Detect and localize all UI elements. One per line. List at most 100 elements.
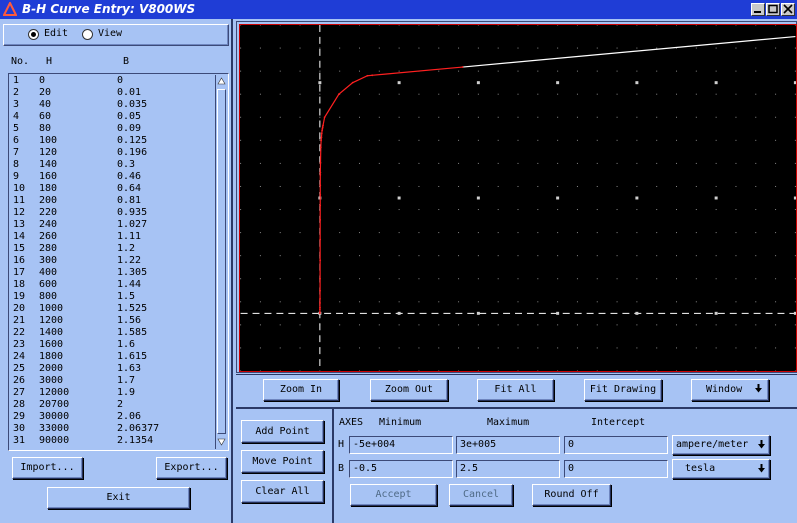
- table-row[interactable]: 7 120 0.196: [12, 147, 212, 159]
- move-point-button[interactable]: Move Point: [241, 450, 324, 473]
- scroll-up-icon[interactable]: [217, 76, 226, 87]
- table-row[interactable]: 16 300 1.22: [12, 255, 212, 267]
- exit-button[interactable]: Exit: [47, 487, 190, 509]
- add-point-button[interactable]: Add Point: [241, 420, 324, 443]
- bh-data-point[interactable]: [320, 132, 323, 135]
- close-button[interactable]: [781, 3, 795, 16]
- table-row[interactable]: 19 800 1.5: [12, 291, 212, 303]
- table-row[interactable]: 23 1600 1.6: [12, 339, 212, 351]
- bh-data-point[interactable]: [319, 171, 322, 174]
- table-row[interactable]: 3 40 0.035: [12, 99, 212, 111]
- grid-dot: [596, 185, 598, 187]
- b-max-field[interactable]: 2.5: [456, 460, 560, 478]
- table-row[interactable]: 6 100 0.125: [12, 135, 212, 147]
- bh-data-point[interactable]: [319, 306, 321, 309]
- table-row[interactable]: 25 2000 1.63: [12, 363, 212, 375]
- bh-data-point[interactable]: [321, 129, 323, 132]
- zoom-out-button[interactable]: Zoom Out: [370, 379, 448, 401]
- table-row[interactable]: 14 260 1.11: [12, 231, 212, 243]
- table-row[interactable]: 22 1400 1.585: [12, 327, 212, 339]
- bh-data-point[interactable]: [319, 184, 322, 187]
- table-row[interactable]: 11 200 0.81: [12, 195, 212, 207]
- view-radio[interactable]: [82, 29, 93, 40]
- table-row[interactable]: 30 33000 2.06377: [12, 423, 212, 435]
- grid-dot: [695, 116, 697, 118]
- table-row[interactable]: 8 140 0.3: [12, 159, 212, 171]
- table-row[interactable]: 31 90000 2.1354: [12, 435, 212, 447]
- table-row[interactable]: 17 400 1.305: [12, 267, 212, 279]
- bh-data-point[interactable]: [319, 308, 321, 311]
- zoom-in-button[interactable]: Zoom In: [263, 379, 339, 401]
- table-row[interactable]: 20 1000 1.525: [12, 303, 212, 315]
- clear-all-button[interactable]: Clear All: [241, 480, 324, 503]
- b-min-field[interactable]: -0.5: [349, 460, 453, 478]
- h-min-field[interactable]: -5e+004: [349, 436, 453, 454]
- cancel-button[interactable]: Cancel: [449, 484, 513, 506]
- bh-data-point[interactable]: [319, 146, 322, 149]
- bh-data-point[interactable]: [322, 124, 324, 127]
- b-unit-dropdown[interactable]: tesla: [672, 459, 770, 479]
- edit-radio[interactable]: [28, 29, 39, 40]
- fit-drawing-button[interactable]: Fit Drawing: [584, 379, 662, 401]
- table-row[interactable]: 13 240 1.027: [12, 219, 212, 231]
- bh-data-point[interactable]: [319, 219, 322, 221]
- table-row[interactable]: 28 20700 2: [12, 399, 212, 411]
- grid-dot: [616, 370, 618, 371]
- table-row[interactable]: 27 12000 1.9: [12, 387, 212, 399]
- bh-data-point[interactable]: [319, 174, 322, 176]
- grid-dot: [576, 185, 578, 187]
- h-intercept-field[interactable]: 0: [564, 436, 668, 454]
- bh-data-point[interactable]: [461, 66, 464, 68]
- bh-data-point[interactable]: [323, 116, 326, 119]
- export-button[interactable]: Export...: [156, 457, 227, 479]
- h-max-field[interactable]: 3e+005: [456, 436, 560, 454]
- table-row[interactable]: 21 1200 1.56: [12, 315, 212, 327]
- bh-data-point[interactable]: [319, 289, 321, 292]
- table-row[interactable]: 1 0 0: [12, 75, 212, 87]
- import-button[interactable]: Import...: [12, 457, 83, 479]
- bh-data-point[interactable]: [371, 74, 374, 77]
- maximize-button[interactable]: [766, 3, 780, 16]
- bh-data-point[interactable]: [321, 127, 324, 130]
- table-row[interactable]: 4 60 0.05: [12, 111, 212, 123]
- table-row[interactable]: 10 180 0.64: [12, 183, 212, 195]
- bh-curve-plot[interactable]: [239, 24, 797, 372]
- bh-data-point[interactable]: [321, 126, 324, 128]
- fit-all-button[interactable]: Fit All: [477, 379, 554, 401]
- table-row[interactable]: 12 220 0.935: [12, 207, 212, 219]
- grid-dot: [775, 324, 777, 326]
- scroll-thumb[interactable]: [217, 89, 226, 434]
- table-row[interactable]: 2 20 0.01: [12, 87, 212, 99]
- table-row[interactable]: 15 280 1.2: [12, 243, 212, 255]
- accept-button[interactable]: Accept: [350, 484, 437, 506]
- table-row[interactable]: 24 1800 1.615: [12, 351, 212, 363]
- scroll-down-icon[interactable]: [217, 436, 226, 447]
- bh-data-point[interactable]: [366, 74, 369, 77]
- table-row[interactable]: 9 160 0.46: [12, 171, 212, 183]
- table-row[interactable]: 18 600 1.44: [12, 279, 212, 291]
- window-dropdown[interactable]: Window: [691, 379, 769, 401]
- table-row[interactable]: 29 30000 2.06: [12, 411, 212, 423]
- bh-data-point[interactable]: [318, 311, 321, 314]
- bh-data-point[interactable]: [351, 81, 354, 84]
- bh-data-point[interactable]: [319, 161, 322, 164]
- table-row[interactable]: 26 3000 1.7: [12, 375, 212, 387]
- bh-data-point[interactable]: [319, 193, 322, 196]
- bh-data-point[interactable]: [319, 298, 321, 300]
- bh-data-point[interactable]: [319, 259, 322, 262]
- minimize-button[interactable]: [751, 3, 765, 16]
- h-unit-dropdown[interactable]: ampere/meter: [672, 435, 770, 455]
- bh-data-point[interactable]: [337, 93, 340, 96]
- list-scrollbar[interactable]: [215, 75, 227, 449]
- bh-data-point[interactable]: [320, 139, 323, 142]
- round-off-button[interactable]: Round Off: [532, 484, 611, 506]
- bh-data-point[interactable]: [319, 238, 322, 241]
- table-row[interactable]: 5 80 0.09: [12, 123, 212, 135]
- bh-data-point[interactable]: [320, 136, 323, 139]
- bh-data-point[interactable]: [319, 277, 321, 280]
- bh-points-list[interactable]: 1 0 0 2 20 0.01 3 40 0.035 4 60 0.05 5 80 0.09 6 100 0.12…: [8, 73, 229, 451]
- b-intercept-field[interactable]: 0: [564, 460, 668, 478]
- bh-data-point[interactable]: [319, 204, 322, 207]
- bh-data-point[interactable]: [319, 302, 321, 304]
- row-number: 12: [13, 207, 26, 218]
